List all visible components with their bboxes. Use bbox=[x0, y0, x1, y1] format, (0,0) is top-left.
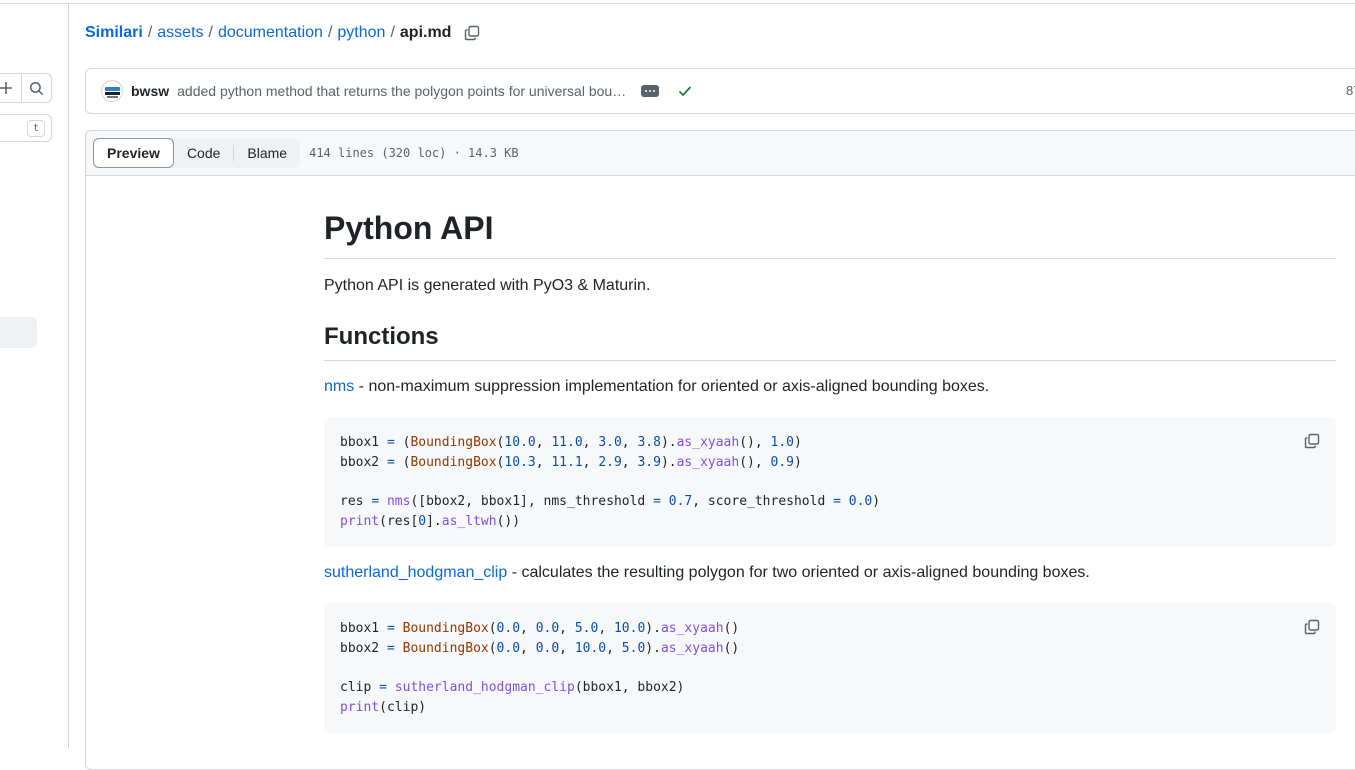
tab-preview[interactable]: Preview bbox=[93, 138, 174, 168]
code-line: print(clip) bbox=[340, 700, 427, 716]
copy-code-button[interactable] bbox=[1302, 617, 1322, 637]
breadcrumb-separator: / bbox=[390, 24, 395, 41]
heading-divider bbox=[324, 360, 1336, 361]
avatar[interactable] bbox=[101, 80, 123, 102]
tab-blame[interactable]: Blame bbox=[234, 138, 300, 168]
sutherland-hodgman-clip-link[interactable]: sutherland_hodgman_clip bbox=[324, 564, 507, 581]
title-divider bbox=[324, 258, 1336, 259]
search-icon bbox=[29, 81, 44, 95]
code-line: print(res[0].as_ltwh()) bbox=[340, 514, 521, 530]
code-line: bbox1 = BoundingBox(0.0, 0.0, 5.0, 10.0)… bbox=[340, 621, 740, 636]
copy-code-button[interactable] bbox=[1302, 431, 1322, 451]
plus-icon bbox=[0, 82, 12, 94]
sidebar-active-item[interactable] bbox=[0, 317, 37, 348]
add-file-button[interactable] bbox=[0, 74, 21, 102]
file-stats: 414 lines (320 loc) · 14.3 KB bbox=[309, 146, 519, 160]
breadcrumb-current-file: api.md bbox=[399, 24, 452, 41]
breadcrumb-documentation-link[interactable]: documentation bbox=[218, 24, 323, 42]
page-title: Python API bbox=[324, 210, 494, 246]
breadcrumb-assets-link[interactable]: assets bbox=[157, 24, 203, 42]
file-header: Preview Code Blame 414 lines (320 loc) ·… bbox=[86, 131, 1355, 176]
file-filter-input[interactable]: t bbox=[0, 114, 52, 142]
functions-heading: Functions bbox=[324, 323, 439, 350]
latest-commit-bar: bwsw added python method that returns th… bbox=[85, 68, 1355, 114]
copy-icon bbox=[1304, 433, 1320, 449]
commit-author-link[interactable]: bwsw bbox=[131, 83, 169, 99]
code-clip: bbox1 = BoundingBox(0.0, 0.0, 5.0, 10.0)… bbox=[324, 603, 1336, 734]
keyboard-shortcut-hint: t bbox=[27, 120, 45, 137]
code-line: bbox2 = BoundingBox(0.0, 0.0, 10.0, 5.0)… bbox=[340, 640, 740, 656]
top-border bbox=[0, 3, 1355, 4]
tab-code[interactable]: Code bbox=[174, 138, 233, 168]
copy-icon bbox=[1304, 619, 1320, 635]
breadcrumb-separator: / bbox=[147, 24, 153, 41]
view-mode-tabs: Preview Code Blame bbox=[93, 138, 301, 168]
code-line: res = nms([bbox2, bbox1], nms_threshold … bbox=[340, 494, 881, 510]
breadcrumb-separator: / bbox=[327, 24, 333, 41]
breadcrumb-separator: / bbox=[208, 24, 213, 41]
breadcrumb-repo-link[interactable]: Similari bbox=[85, 24, 143, 42]
nms-link[interactable]: nms bbox=[324, 378, 354, 395]
code-nms: bbox1 = (BoundingBox(10.0, 11.0, 3.0, 3.… bbox=[324, 417, 1336, 548]
code-line: clip = sutherland_hodgman_clip(bbox1, bb… bbox=[340, 680, 685, 696]
nms-description-text: - non-maximum suppression implementation… bbox=[354, 378, 990, 395]
check-icon[interactable] bbox=[677, 83, 693, 99]
expand-commit-button[interactable] bbox=[641, 85, 660, 97]
function-nms-description: nms - non-maximum suppression implementa… bbox=[324, 378, 989, 396]
copy-icon bbox=[465, 25, 480, 41]
search-files-button[interactable] bbox=[20, 74, 51, 102]
breadcrumb: Similari / assets / documentation / pyth… bbox=[85, 24, 481, 42]
commit-time[interactable]: 87 bbox=[1346, 83, 1355, 98]
code-block-clip: bbox1 = BoundingBox(0.0, 0.0, 5.0, 10.0)… bbox=[324, 603, 1336, 733]
commit-message-link[interactable]: added python method that returns the pol… bbox=[177, 83, 629, 99]
code-block-nms: bbox1 = (BoundingBox(10.0, 11.0, 3.0, 3.… bbox=[324, 417, 1336, 547]
intro-paragraph: Python API is generated with PyO3 & Matu… bbox=[324, 277, 651, 294]
copy-path-button[interactable] bbox=[463, 24, 481, 42]
clip-description-text: - calculates the resulting polygon for t… bbox=[507, 564, 1090, 581]
breadcrumb-python-link[interactable]: python bbox=[337, 24, 385, 42]
function-clip-description: sutherland_hodgman_clip - calculates the… bbox=[324, 564, 1090, 582]
code-line: bbox1 = (BoundingBox(10.0, 11.0, 3.0, 3.… bbox=[340, 435, 802, 450]
kebab-icon bbox=[645, 90, 648, 92]
code-line: bbox2 = (BoundingBox(10.3, 11.1, 2.9, 3.… bbox=[340, 454, 802, 470]
sidebar-button-group bbox=[0, 73, 52, 103]
file-tree-sidebar: t bbox=[0, 4, 69, 748]
